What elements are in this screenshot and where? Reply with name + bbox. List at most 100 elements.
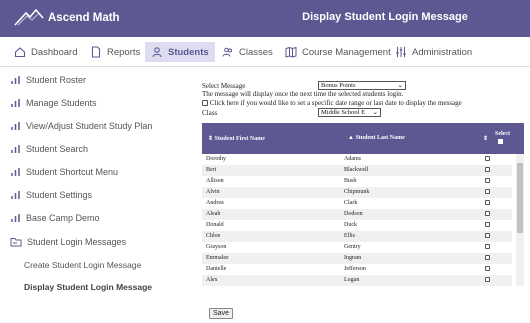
brand-name: Ascend Math (48, 12, 120, 24)
bar-chart-icon (10, 121, 21, 131)
bar-chart-icon (10, 213, 21, 223)
bar-chart-icon (10, 167, 21, 177)
cell-first-name: Aleah (206, 211, 221, 217)
sidebar-item-label: Base Camp Demo (26, 213, 100, 223)
row-select-checkbox[interactable] (485, 266, 490, 271)
table-row[interactable]: Grayson Gentry (202, 242, 512, 253)
table-row[interactable]: Donald Duck (202, 220, 512, 231)
class-dropdown[interactable]: Middle School E ⌄ (318, 108, 381, 117)
sidebar-item-label: Manage Students (26, 98, 97, 108)
sidebar-item-manage-students[interactable]: Manage Students (10, 95, 97, 111)
app-logo[interactable]: Ascend Math (14, 6, 164, 32)
row-select-checkbox[interactable] (485, 189, 490, 194)
table-row[interactable]: Andrea Clark (202, 198, 512, 209)
sidebar-item-label: Student Shortcut Menu (26, 167, 119, 177)
cell-first-name: Chloe (206, 233, 221, 239)
sidebar-item-base-camp-demo[interactable]: Base Camp Demo (10, 210, 100, 226)
bar-chart-icon (10, 190, 21, 200)
sidebar: Student Roster Manage Students View/Adju… (0, 68, 185, 323)
cell-first-name: Emmalee (206, 255, 229, 261)
nav-administration-label: Administration (412, 46, 473, 58)
table-scrollbar[interactable] (516, 154, 524, 286)
cell-last-name: Jefferson (344, 266, 366, 272)
app-header: Ascend Math Display Student Login Messag… (0, 0, 530, 37)
row-select-checkbox[interactable] (485, 178, 490, 183)
nav-administration[interactable]: Administration (389, 42, 478, 62)
date-range-option: Click here if you would like to set a sp… (202, 99, 462, 107)
scrollbar-thumb[interactable] (517, 163, 523, 233)
cell-last-name: Ingram (344, 255, 362, 261)
col-select: Select (495, 131, 510, 137)
col-first-name[interactable]: ⇕ Student First Name (208, 135, 265, 142)
user-icon (151, 46, 163, 58)
nav-dashboard-label: Dashboard (31, 46, 78, 58)
nav-classes-label: Classes (239, 46, 273, 58)
mountain-logo-icon (14, 8, 44, 26)
table-row[interactable]: Alvin Chipmunk (202, 187, 512, 198)
nav-classes[interactable]: Classes (216, 42, 279, 62)
row-select-checkbox[interactable] (485, 222, 490, 227)
sidebar-item-student-roster[interactable]: Student Roster (10, 72, 86, 88)
main-content: Select Message Bonus Points ⌄ The messag… (197, 68, 527, 323)
chevron-down-icon: ⌄ (397, 82, 403, 89)
bar-chart-icon (10, 98, 21, 108)
cell-first-name: Donald (206, 222, 224, 228)
sidebar-item-shortcut-menu[interactable]: Student Shortcut Menu (10, 164, 118, 180)
nav-dashboard[interactable]: Dashboard (8, 42, 83, 62)
nav-reports[interactable]: Reports (84, 42, 146, 62)
row-select-checkbox[interactable] (485, 244, 490, 249)
table-row[interactable]: Allison Bush (202, 176, 512, 187)
sidebar-item-label: View/Adjust Student Study Plan (26, 121, 153, 131)
nav-course-management[interactable]: Course Management (279, 42, 397, 62)
cell-last-name: Chipmunk (344, 189, 370, 195)
row-select-checkbox[interactable] (485, 211, 490, 216)
cell-first-name: Alex (206, 277, 218, 283)
row-select-checkbox[interactable] (485, 255, 490, 260)
table-row[interactable]: Alex Logan (202, 275, 512, 286)
select-message-label: Select Message (202, 82, 246, 90)
users-icon (222, 46, 234, 58)
cell-first-name: Grayson (206, 244, 227, 250)
sidebar-item-login-messages[interactable]: Student Login Messages (10, 234, 126, 250)
document-icon (90, 46, 102, 58)
select-message-value: Bonus Points (321, 82, 356, 89)
cell-first-name: Dorothy (206, 156, 226, 162)
row-select-checkbox[interactable] (485, 233, 490, 238)
student-table-body: Dorothy Adams Bert Blackwell Allison Bush Alvi… (202, 154, 524, 286)
sidebar-item-study-plan[interactable]: View/Adjust Student Study Plan (10, 118, 152, 134)
col-last-name[interactable]: ▲ Student Last Name (348, 135, 405, 141)
sidebar-item-label: Student Search (26, 144, 89, 154)
table-row[interactable]: Bert Blackwell (202, 165, 512, 176)
cell-last-name: Logan (344, 277, 360, 283)
row-select-checkbox[interactable] (485, 167, 490, 172)
nav-students[interactable]: Students (145, 42, 215, 62)
select-all-checkbox[interactable] (498, 139, 503, 144)
cell-first-name: Danielle (206, 266, 227, 272)
class-value: Middle School E (321, 109, 366, 116)
table-row[interactable]: Chloe Ellis (202, 231, 512, 242)
table-row[interactable]: Dorothy Adams (202, 154, 512, 165)
sidebar-sub-create-message[interactable]: Create Student Login Message (24, 260, 141, 270)
bar-chart-icon (10, 75, 21, 85)
row-select-checkbox[interactable] (485, 277, 490, 282)
home-icon (14, 46, 26, 58)
sidebar-item-label: Student Login Messages (27, 237, 127, 247)
sidebar-sub-display-message[interactable]: Display Student Login Message (24, 282, 152, 292)
sort-icon: ⇕ (483, 136, 489, 142)
nav-reports-label: Reports (107, 46, 141, 58)
info-text: The message will display once the next t… (202, 90, 404, 98)
sidebar-item-student-settings[interactable]: Student Settings (10, 187, 92, 203)
nav-course-management-label: Course Management (302, 46, 391, 58)
date-range-checkbox[interactable] (202, 100, 208, 107)
cell-last-name: Adams (344, 156, 361, 162)
cell-first-name: Andrea (206, 200, 224, 206)
row-select-checkbox[interactable] (485, 156, 490, 161)
row-select-checkbox[interactable] (485, 200, 490, 205)
cell-last-name: Bush (344, 178, 357, 184)
table-row[interactable]: Danielle Jefferson (202, 264, 512, 275)
select-message-dropdown[interactable]: Bonus Points ⌄ (318, 81, 406, 90)
table-row[interactable]: Aleah Dodson (202, 209, 512, 220)
sidebar-item-student-search[interactable]: Student Search (10, 141, 88, 157)
table-row[interactable]: Emmalee Ingram (202, 253, 512, 264)
save-button[interactable]: Save (209, 308, 233, 319)
